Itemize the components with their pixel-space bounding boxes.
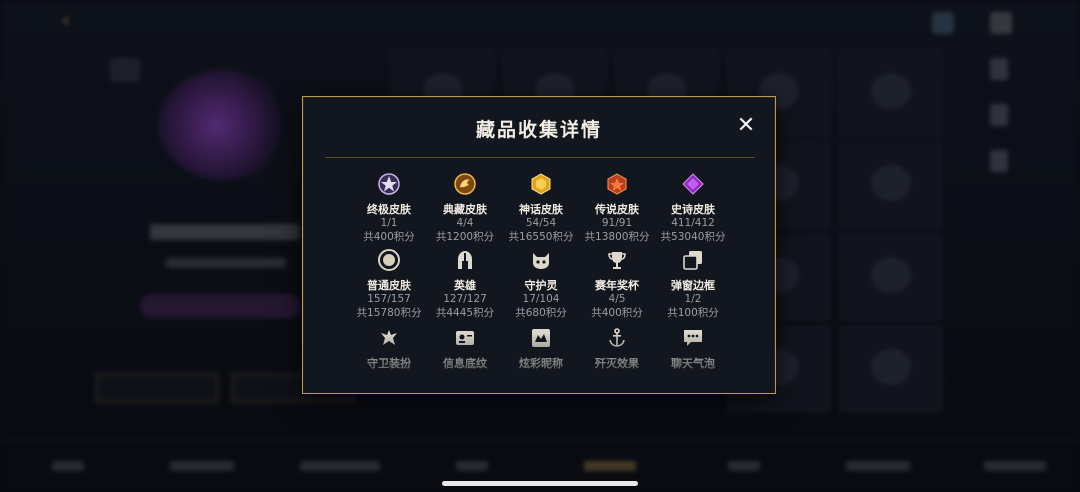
- item-name: 史诗皮肤: [671, 203, 715, 216]
- item-name: 赛年奖杯: [595, 279, 639, 292]
- hero-helmet-icon: [458, 251, 472, 269]
- item-count: 17/104: [522, 293, 560, 305]
- collection-item-hero[interactable]: 英雄 127/127 共4445积分: [427, 249, 503, 320]
- collection-details-modal: 藏品收集详情 ✕ 终极皮肤 1/1 共400积分 典藏皮肤 4/4 共1200积…: [302, 96, 776, 394]
- item-points: 共400积分: [363, 231, 415, 243]
- collection-item-legendary-skin[interactable]: 传说皮肤 91/91 共13800积分: [579, 173, 655, 244]
- collection-item-season-trophy[interactable]: 赛年奖杯 4/5 共400积分: [579, 249, 655, 320]
- collection-item-info-texture[interactable]: 信息底纹: [427, 327, 503, 370]
- item-count: 411/412: [671, 217, 715, 229]
- item-points: 共1200积分: [435, 231, 495, 243]
- trophy-icon: [608, 252, 626, 269]
- item-name: 英雄: [454, 279, 476, 292]
- item-points: 共53040积分: [660, 231, 726, 243]
- colorful-nickname-icon: [532, 329, 550, 347]
- item-points: 共15780积分: [356, 307, 422, 319]
- close-button[interactable]: ✕: [735, 115, 757, 137]
- item-count: 91/91: [601, 217, 633, 229]
- collection-item-kill-effect[interactable]: 歼灭效果: [579, 327, 655, 370]
- collection-item-ward-skin[interactable]: 守卫装扮: [351, 327, 427, 370]
- collection-item-normal-skin[interactable]: 普通皮肤 157/157 共15780积分: [351, 249, 427, 320]
- item-count: 54/54: [525, 217, 557, 229]
- item-name: 普通皮肤: [367, 279, 411, 292]
- popup-frame-icon: [683, 251, 702, 270]
- epic-skin-icon: [682, 173, 704, 195]
- item-count: 4/5: [608, 293, 626, 305]
- item-count: 1/2: [684, 293, 702, 305]
- item-name: 弹窗边框: [671, 279, 715, 292]
- item-name: 守卫装扮: [367, 357, 411, 370]
- item-name: 传说皮肤: [595, 203, 639, 216]
- mythic-skin-icon: [531, 173, 551, 195]
- home-indicator-bar[interactable]: [442, 481, 638, 486]
- item-name: 炫彩昵称: [519, 357, 563, 370]
- item-name: 歼灭效果: [595, 357, 639, 370]
- ward-skin-icon: [381, 330, 397, 345]
- info-texture-icon: [456, 331, 474, 345]
- collection-item-mythic-skin[interactable]: 神话皮肤 54/54 共16550积分: [503, 173, 579, 244]
- modal-title: 藏品收集详情: [475, 119, 602, 141]
- normal-skin-icon: [378, 249, 400, 271]
- item-count: 1/1: [380, 217, 398, 229]
- item-name: 终极皮肤: [367, 203, 411, 216]
- collection-item-epic-skin[interactable]: 史诗皮肤 411/412 共53040积分: [655, 173, 731, 244]
- item-points: 共680积分: [515, 307, 567, 319]
- item-points: 共100积分: [667, 307, 719, 319]
- item-name: 典藏皮肤: [443, 203, 487, 216]
- legacy-skin-icon: [454, 173, 476, 195]
- item-name: 神话皮肤: [519, 203, 563, 216]
- collection-item-popup-frame[interactable]: 弹窗边框 1/2 共100积分: [655, 249, 731, 320]
- collection-item-guardian-spirit[interactable]: 守护灵 17/104 共680积分: [503, 249, 579, 320]
- item-points: 共16550积分: [508, 231, 574, 243]
- title-divider: [325, 157, 755, 158]
- guardian-spirit-icon: [533, 253, 549, 269]
- item-count: 157/157: [367, 293, 411, 305]
- legendary-skin-icon: [607, 173, 627, 195]
- item-name: 信息底纹: [443, 357, 487, 370]
- item-count: 4/4: [456, 217, 474, 229]
- item-name: 守护灵: [524, 279, 558, 292]
- collection-item-ultimate-skin[interactable]: 终极皮肤 1/1 共400积分: [351, 173, 427, 244]
- collection-item-legacy-skin[interactable]: 典藏皮肤 4/4 共1200积分: [427, 173, 503, 244]
- collection-item-colorful-nickname[interactable]: 炫彩昵称: [503, 327, 579, 370]
- item-points: 共13800积分: [584, 231, 650, 243]
- item-points: 共400积分: [591, 307, 643, 319]
- item-name: 聊天气泡: [671, 357, 715, 370]
- kill-effect-icon: [609, 328, 625, 347]
- chat-bubble-icon: [684, 330, 702, 346]
- collection-item-chat-bubble[interactable]: 聊天气泡: [655, 327, 731, 370]
- item-count: 127/127: [443, 293, 487, 305]
- item-points: 共4445积分: [435, 307, 495, 319]
- ultimate-skin-icon: [378, 173, 400, 195]
